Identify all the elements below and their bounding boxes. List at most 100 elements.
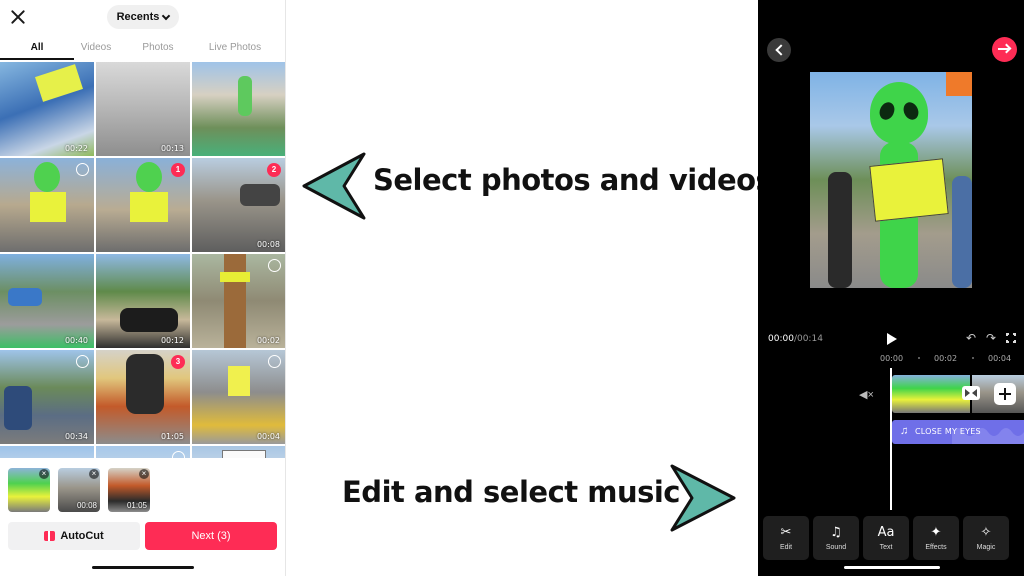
autocut-label: AutoCut — [60, 530, 104, 542]
left-arrow-icon — [302, 152, 366, 220]
tab-all[interactable]: All — [0, 38, 74, 60]
undo-icon[interactable]: ↶ — [966, 331, 976, 345]
car-shape — [8, 288, 42, 306]
text-icon: Aa — [877, 524, 895, 540]
duration-label: 00:34 — [64, 432, 88, 441]
duration-label: 00:12 — [160, 336, 184, 345]
forward-arrow-icon[interactable] — [992, 37, 1017, 62]
media-thumbnail[interactable]: 00:13 — [96, 62, 190, 156]
select-circle[interactable] — [76, 163, 89, 176]
caption-select: Select photos and videos — [373, 163, 773, 197]
sparkle-icon: ✦ — [930, 524, 942, 540]
media-thumbnail[interactable]: 1 — [96, 158, 190, 252]
media-thumbnail[interactable]: 00:40 — [0, 254, 94, 348]
figure-shape — [136, 162, 162, 192]
remove-icon[interactable]: × — [139, 469, 149, 479]
media-thumbnail[interactable] — [192, 62, 285, 156]
remove-icon[interactable]: × — [39, 469, 49, 479]
duration-label: 00:04 — [256, 432, 280, 441]
tool-text[interactable]: Aa Text — [863, 516, 909, 560]
back-icon[interactable] — [767, 38, 791, 62]
selection-number[interactable]: 3 — [171, 355, 185, 369]
duration-label: 00:02 — [256, 336, 280, 345]
tab-photos[interactable]: Photos — [118, 38, 198, 60]
duration-label: 00:08 — [256, 240, 280, 249]
media-thumbnail[interactable] — [96, 446, 190, 458]
sign-shape — [228, 366, 250, 396]
music-track-title: CLOSE MY EYES — [915, 427, 981, 436]
chevron-down-icon — [162, 11, 171, 20]
car-shape — [120, 308, 178, 332]
picker-header: Recents — [0, 0, 285, 36]
tool-label: Sound — [825, 543, 847, 551]
tutorial-canvas: Recents All Videos Photos Live Photos 00… — [0, 0, 1024, 576]
active-tab-indicator — [0, 58, 74, 60]
sign-shape — [35, 64, 83, 102]
person-shape — [952, 176, 972, 288]
tool-label: Edit — [779, 543, 793, 551]
autocut-button[interactable]: AutoCut — [8, 522, 140, 550]
mute-icon[interactable]: ◀× — [859, 388, 874, 401]
media-thumbnail[interactable]: 00:22 — [0, 62, 94, 156]
media-thumbnail[interactable]: 2 00:08 — [192, 158, 285, 252]
tape-shape — [220, 272, 250, 282]
add-clip-button[interactable] — [994, 383, 1016, 405]
tool-sound[interactable]: ♫ Sound — [813, 516, 859, 560]
media-thumbnail[interactable] — [0, 446, 94, 458]
duration-label: 01:05 — [126, 501, 147, 510]
caption-edit: Edit and select music — [342, 475, 680, 509]
media-thumbnail[interactable]: 00:04 — [192, 350, 285, 444]
select-circle[interactable] — [268, 355, 281, 368]
autocut-icon — [44, 531, 56, 541]
clip-frame — [918, 375, 944, 413]
album-selector-label: Recents — [116, 11, 160, 23]
home-indicator — [92, 566, 194, 569]
remove-icon[interactable]: × — [89, 469, 99, 479]
selection-number[interactable]: 2 — [267, 163, 281, 177]
media-thumbnail[interactable]: 00:34 — [0, 350, 94, 444]
next-button[interactable]: Next (3) — [145, 522, 277, 550]
duration-label: 00:22 — [64, 144, 88, 153]
media-type-tabs: All Videos Photos Live Photos — [0, 38, 285, 60]
select-circle[interactable] — [268, 259, 281, 272]
selection-number[interactable]: 1 — [171, 163, 185, 177]
media-thumbnail[interactable]: 00:02 — [192, 254, 285, 348]
music-note-icon: ♫ — [900, 425, 909, 437]
sign-shape — [30, 192, 66, 222]
duration-label: 00:13 — [160, 144, 184, 153]
editor-toolbar: ✂ Edit ♫ Sound Aa Text ✦ Effects ✧ Magic — [763, 516, 1024, 560]
video-preview[interactable] — [810, 72, 972, 288]
media-thumbnail[interactable] — [0, 158, 94, 252]
media-thumbnail[interactable] — [192, 446, 285, 458]
redo-icon[interactable]: ↷ — [986, 331, 996, 345]
home-indicator — [844, 566, 940, 569]
play-icon[interactable] — [887, 333, 897, 345]
tool-magic[interactable]: ✧ Magic — [963, 516, 1009, 560]
media-thumbnail[interactable]: 00:12 — [96, 254, 190, 348]
close-icon[interactable] — [9, 8, 27, 26]
music-track[interactable]: ♫ CLOSE MY EYES — [892, 420, 1024, 444]
car-shape — [240, 184, 280, 206]
right-arrow-icon — [670, 464, 736, 532]
tool-label: Text — [879, 543, 893, 551]
timecode: 00:00/00:14 — [768, 334, 823, 344]
ruler-tick: 00:00 — [880, 354, 904, 363]
ruler-tick: 00:02 — [934, 354, 958, 363]
selected-item[interactable]: × 00:08 — [58, 468, 100, 512]
elon-sign-shape — [869, 158, 949, 222]
tab-videos[interactable]: Videos — [74, 38, 118, 60]
clip-frame — [892, 375, 918, 413]
album-selector[interactable]: Recents — [107, 5, 179, 29]
selected-item[interactable]: × 01:05 — [108, 468, 150, 512]
tab-live-photos[interactable]: Live Photos — [198, 38, 272, 60]
scissors-icon: ✂ — [780, 524, 792, 540]
tool-effects[interactable]: ✦ Effects — [913, 516, 959, 560]
select-circle[interactable] — [172, 451, 185, 458]
selected-item[interactable]: × — [8, 468, 50, 512]
media-thumbnail[interactable]: 3 01:05 — [96, 350, 190, 444]
tool-edit[interactable]: ✂ Edit — [763, 516, 809, 560]
tool-label: Effects — [925, 543, 947, 551]
transition-icon[interactable] — [962, 386, 980, 400]
fullscreen-icon[interactable] — [1005, 332, 1017, 344]
select-circle[interactable] — [76, 355, 89, 368]
